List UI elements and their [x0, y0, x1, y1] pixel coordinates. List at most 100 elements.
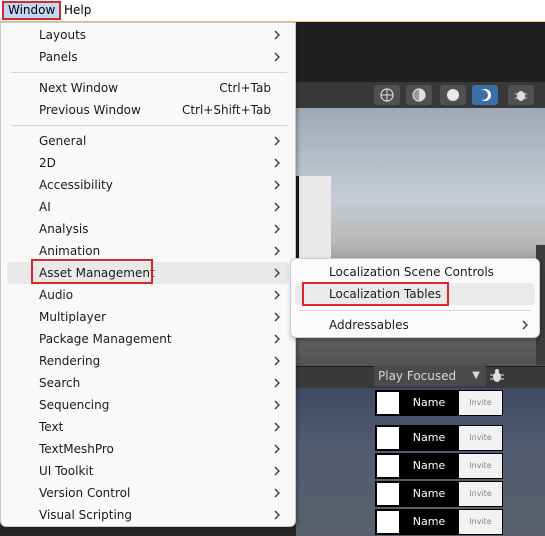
menu-item-label: Rendering — [39, 354, 101, 368]
chevron-right-icon — [274, 224, 280, 234]
avatar-placeholder — [377, 427, 399, 449]
editor-background — [296, 22, 545, 82]
menu-item-label: Visual Scripting — [39, 508, 132, 522]
game-list-row: Name Invite — [375, 481, 503, 507]
menu-item-label: AI — [39, 200, 51, 214]
lit-sphere-icon[interactable] — [440, 85, 466, 105]
invite-button[interactable]: Invite — [459, 426, 502, 450]
menu-item-layouts[interactable]: Layouts — [7, 24, 289, 46]
menu-item-label: TextMeshPro — [39, 442, 114, 456]
menu-item-label: General — [39, 134, 87, 148]
menu-item-label: Version Control — [39, 486, 131, 500]
menu-item-text[interactable]: Text — [7, 416, 289, 438]
invite-button[interactable]: Invite — [459, 510, 502, 534]
avatar-placeholder — [377, 511, 399, 533]
chevron-right-icon — [274, 52, 280, 62]
scene-toolbar — [296, 82, 545, 109]
menu-item-accessibility[interactable]: Accessibility — [7, 174, 289, 196]
menu-item-ai[interactable]: AI — [7, 196, 289, 218]
chevron-right-icon — [274, 136, 280, 146]
chevron-right-icon — [274, 510, 280, 520]
menu-item-label: Layouts — [39, 28, 87, 42]
menu-item-label: Package Management — [39, 332, 172, 346]
chevron-right-icon — [522, 320, 528, 330]
menu-item-label: Search — [39, 376, 81, 390]
chevron-right-icon — [274, 466, 280, 476]
menu-item-general[interactable]: General — [7, 130, 289, 152]
game-list-row: Name Invite — [375, 425, 503, 451]
menu-item-ui-toolkit[interactable]: UI Toolkit — [7, 460, 289, 482]
row-name: Name — [412, 396, 446, 409]
invite-button[interactable]: Invite — [459, 454, 502, 478]
menu-item-label: Localization Scene Controls — [329, 265, 494, 279]
menu-item-next-window[interactable]: Next Window Ctrl+Tab — [7, 77, 289, 99]
chevron-right-icon — [274, 422, 280, 432]
menu-item-version-control[interactable]: Version Control — [7, 482, 289, 504]
menu-item-visual-scripting[interactable]: Visual Scripting — [7, 504, 289, 526]
menu-item-audio[interactable]: Audio — [7, 284, 289, 306]
avatar-placeholder — [377, 455, 399, 477]
wireframe-globe-icon[interactable] — [374, 85, 400, 105]
chevron-right-icon — [274, 158, 280, 168]
shaded-sphere-icon[interactable] — [406, 85, 432, 105]
menu-item-label: 2D — [39, 156, 56, 170]
menu-item-package-management[interactable]: Package Management — [7, 328, 289, 350]
game-list-row: Name Invite — [375, 509, 503, 535]
game-list-row: Name Invite — [375, 390, 503, 416]
row-name: Name — [412, 487, 446, 500]
invite-button[interactable]: Invite — [459, 482, 502, 506]
menu-item-label: Audio — [39, 288, 74, 302]
chevron-right-icon — [274, 356, 280, 366]
menu-separator — [11, 72, 287, 73]
menu-item-label: Multiplayer — [39, 310, 107, 324]
chevron-right-icon — [274, 444, 280, 454]
shortcut-label: Ctrl+Tab — [219, 81, 271, 95]
row-name: Name — [412, 515, 446, 528]
menu-help[interactable]: Help — [60, 2, 95, 19]
menu-separator — [299, 310, 531, 311]
moon-sphere-icon[interactable] — [472, 85, 498, 105]
menu-item-label: Addressables — [329, 318, 409, 332]
chevron-right-icon — [274, 180, 280, 190]
chevron-right-icon — [274, 202, 280, 212]
chevron-right-icon — [274, 312, 280, 322]
menu-item-multiplayer[interactable]: Multiplayer — [7, 306, 289, 328]
menu-item-localization-scene-controls[interactable]: Localization Scene Controls — [295, 261, 535, 283]
chevron-right-icon — [274, 290, 280, 300]
menu-item-panels[interactable]: Panels — [7, 46, 289, 68]
menu-item-label: Text — [39, 420, 64, 434]
debug-bug-icon[interactable] — [508, 85, 534, 105]
avatar-placeholder — [377, 392, 399, 414]
menu-item-label: Previous Window — [39, 103, 141, 117]
menu-item-2d[interactable]: 2D — [7, 152, 289, 174]
chevron-right-icon — [274, 268, 280, 278]
row-name: Name — [412, 431, 446, 444]
menu-window[interactable]: Window — [2, 1, 62, 20]
menu-item-label: UI Toolkit — [39, 464, 94, 478]
game-list-row: Name Invite — [375, 453, 503, 479]
menu-item-label: Panels — [39, 50, 78, 64]
menu-item-analysis[interactable]: Analysis — [7, 218, 289, 240]
menu-item-label: Analysis — [39, 222, 89, 236]
menu-item-previous-window[interactable]: Previous Window Ctrl+Shift+Tab — [7, 99, 289, 121]
menu-item-label: Accessibility — [39, 178, 113, 192]
menu-item-sequencing[interactable]: Sequencing — [7, 394, 289, 416]
chevron-right-icon — [274, 488, 280, 498]
play-mode-label: Play Focused — [378, 369, 457, 383]
highlight-localization-tables — [302, 282, 449, 306]
chevron-right-icon — [274, 334, 280, 344]
debug-bug-icon[interactable] — [490, 368, 504, 384]
menu-item-rendering[interactable]: Rendering — [7, 350, 289, 372]
play-mode-dropdown[interactable]: Play Focused ▼ — [374, 366, 486, 386]
chevron-right-icon — [274, 400, 280, 410]
caret-down-icon: ▼ — [472, 370, 480, 381]
menu-item-search[interactable]: Search — [7, 372, 289, 394]
menu-separator — [11, 125, 287, 126]
menu-item-addressables[interactable]: Addressables — [295, 314, 535, 336]
menu-item-textmeshpro[interactable]: TextMeshPro — [7, 438, 289, 460]
chevron-right-icon — [274, 246, 280, 256]
invite-button[interactable]: Invite — [459, 391, 502, 415]
chevron-right-icon — [274, 378, 280, 388]
menu-item-label: Sequencing — [39, 398, 110, 412]
chevron-right-icon — [274, 30, 280, 40]
